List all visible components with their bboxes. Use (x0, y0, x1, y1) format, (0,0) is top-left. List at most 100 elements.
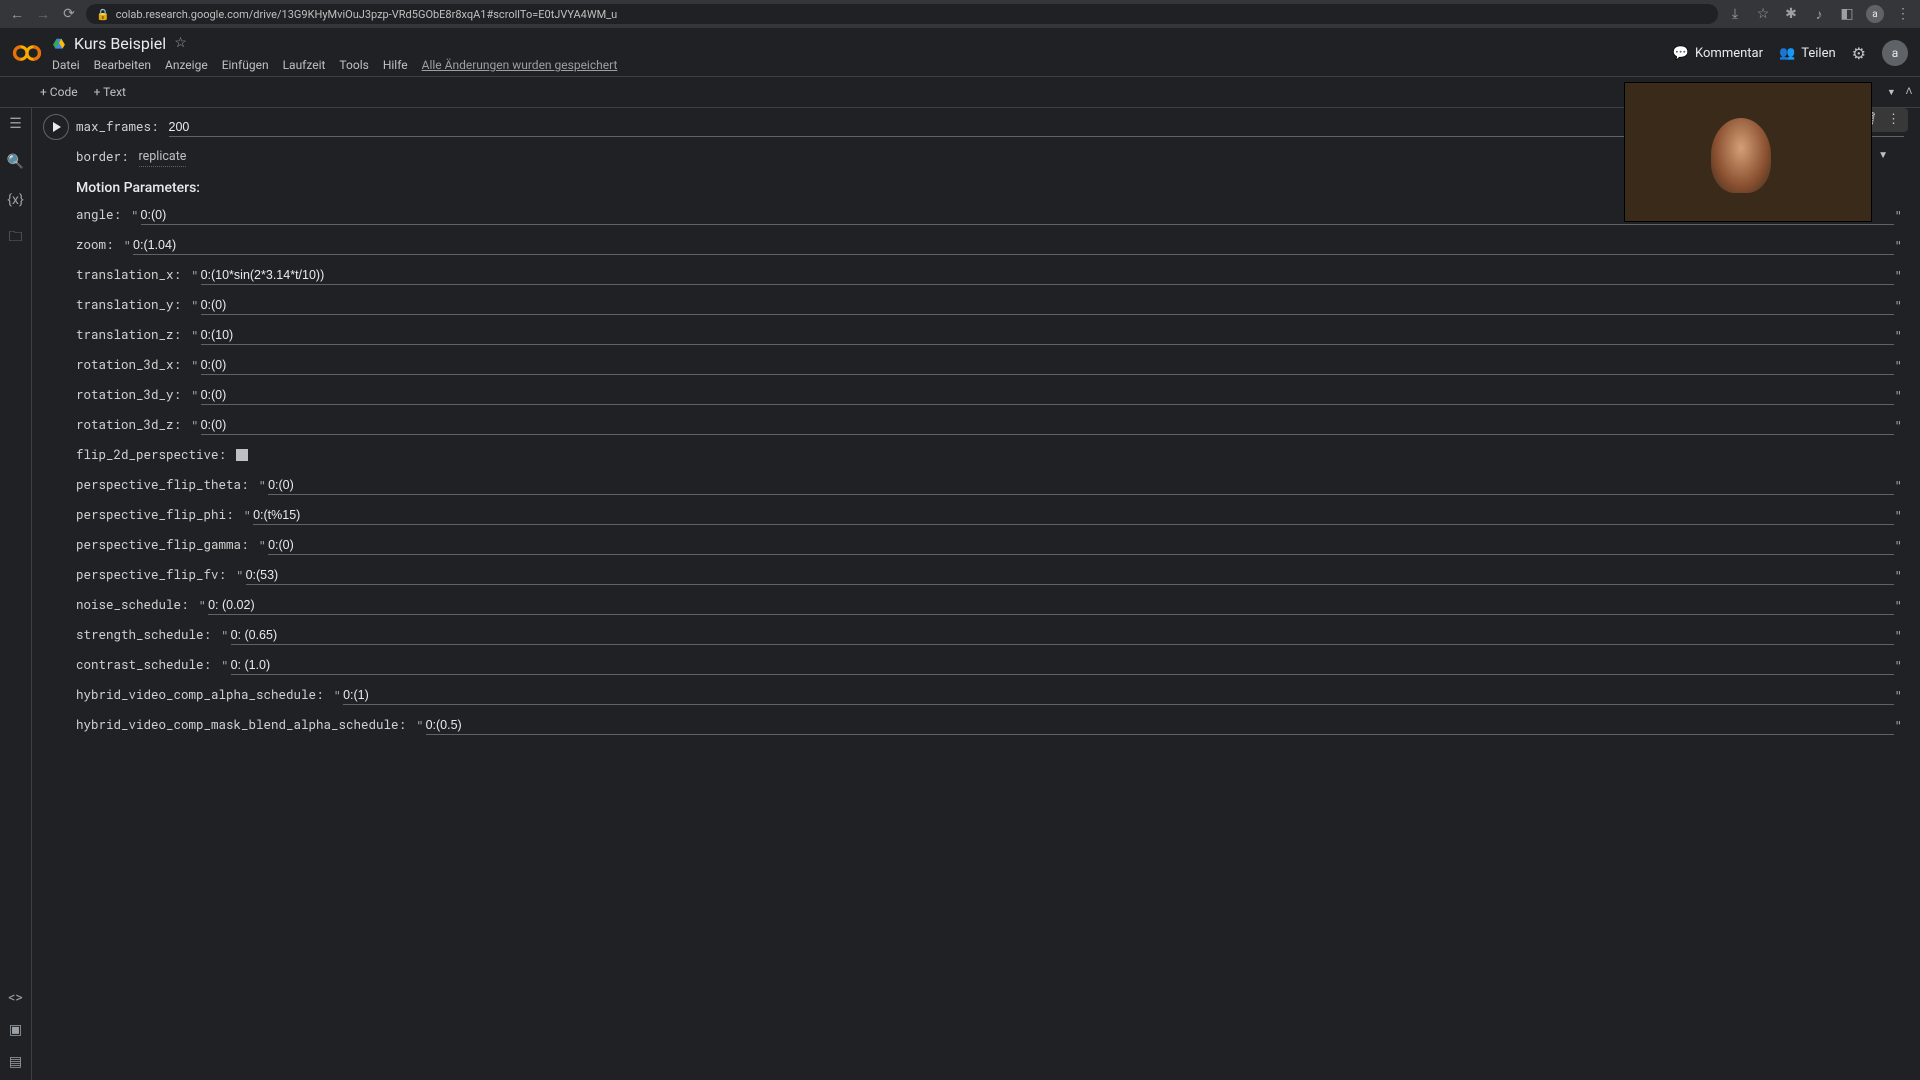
label-border: border: (76, 149, 129, 165)
row-rotation-3d-y: rotation_3d_y: " " (76, 380, 1904, 410)
input-perspective-flip-gamma[interactable] (268, 536, 1894, 555)
profile-avatar[interactable]: a (1866, 5, 1884, 23)
label-zoom: zoom: (76, 237, 114, 253)
label-hybrid-alpha-schedule: hybrid_video_comp_alpha_schedule: (76, 687, 324, 703)
input-rotation-3d-z[interactable] (201, 416, 1895, 435)
lock-icon: 🔒 (96, 8, 110, 21)
more-icon[interactable]: ⋮ (1887, 112, 1900, 128)
input-rotation-3d-x[interactable] (201, 356, 1895, 375)
menu-icon[interactable]: ⋮ (1894, 5, 1912, 23)
label-rotation-3d-y: rotation_3d_y: (76, 387, 181, 403)
label-perspective-flip-fv: perspective_flip_fv: (76, 567, 226, 583)
input-hybrid-alpha-schedule[interactable] (343, 686, 1894, 705)
input-perspective-flip-theta[interactable] (268, 476, 1894, 495)
menu-bearbeiten[interactable]: Bearbeiten (94, 58, 151, 72)
sidepanel-icon[interactable]: ◧ (1838, 5, 1856, 23)
row-hybrid-alpha-schedule: hybrid_video_comp_alpha_schedule: " " (76, 680, 1904, 710)
save-status[interactable]: Alle Änderungen wurden gespeichert (422, 58, 618, 72)
row-rotation-3d-z: rotation_3d_z: " " (76, 410, 1904, 440)
toc-icon[interactable]: ☰ (8, 116, 24, 132)
notebook-content[interactable]: ↑ ↓ ⎘ ✎ ⇔ 🗑 ⋮ max_frames: border: replic… (32, 108, 1920, 1080)
chevron-down-icon[interactable]: ▼ (1878, 150, 1888, 161)
menu-tools[interactable]: Tools (339, 58, 368, 72)
colab-logo-icon[interactable] (12, 38, 42, 68)
collapse-icon[interactable]: ᐱ (1906, 87, 1912, 97)
row-perspective-flip-phi: perspective_flip_phi: " " (76, 500, 1904, 530)
extensions-icon[interactable]: ✱ (1782, 5, 1800, 23)
menu-datei[interactable]: Datei (52, 58, 80, 72)
label-perspective-flip-theta: perspective_flip_theta: (76, 477, 249, 493)
label-translation-x: translation_x: (76, 267, 181, 283)
label-rotation-3d-z: rotation_3d_z: (76, 417, 181, 433)
row-translation-y: translation_y: " " (76, 290, 1904, 320)
webcam-overlay (1624, 82, 1872, 222)
menu-einfuegen[interactable]: Einfügen (222, 58, 269, 72)
row-rotation-3d-x: rotation_3d_x: " " (76, 350, 1904, 380)
comment-icon: 💬 (1673, 46, 1689, 61)
checkbox-flip-2d-perspective[interactable] (236, 449, 248, 461)
colab-header: Kurs Beispiel ☆ Datei Bearbeiten Anzeige… (0, 28, 1920, 76)
install-icon[interactable]: ⤓ (1726, 5, 1744, 23)
label-rotation-3d-x: rotation_3d_x: (76, 357, 181, 373)
search-icon[interactable]: 🔍 (8, 154, 24, 170)
row-contrast-schedule: contrast_schedule: " " (76, 650, 1904, 680)
url-text: colab.research.google.com/drive/13G9KHyM… (116, 8, 618, 21)
star-icon[interactable]: ☆ (174, 35, 187, 51)
label-perspective-flip-phi: perspective_flip_phi: (76, 507, 234, 523)
label-contrast-schedule: contrast_schedule: (76, 657, 211, 673)
input-perspective-flip-phi[interactable] (253, 506, 1894, 525)
input-translation-y[interactable] (201, 296, 1895, 315)
row-zoom: zoom: " " (76, 230, 1904, 260)
select-border[interactable]: replicate (139, 147, 187, 167)
input-contrast-schedule[interactable] (231, 656, 1895, 675)
address-bar[interactable]: 🔒 colab.research.google.com/drive/13G9KH… (86, 4, 1718, 24)
menu-hilfe[interactable]: Hilfe (383, 58, 408, 72)
input-perspective-flip-fv[interactable] (246, 566, 1895, 585)
drive-icon (52, 36, 66, 50)
document-title[interactable]: Kurs Beispiel (74, 34, 166, 53)
label-noise-schedule: noise_schedule: (76, 597, 189, 613)
row-hybrid-mask-blend-alpha-schedule: hybrid_video_comp_mask_blend_alpha_sched… (76, 710, 1904, 740)
input-translation-x[interactable] (201, 266, 1895, 285)
input-zoom[interactable] (133, 236, 1894, 255)
input-strength-schedule[interactable] (231, 626, 1895, 645)
row-perspective-flip-theta: perspective_flip_theta: " " (76, 470, 1904, 500)
label-max-frames: max_frames: (76, 119, 159, 135)
menu-laufzeit[interactable]: Laufzeit (283, 58, 326, 72)
terminal-icon[interactable]: ▣ (8, 1022, 24, 1038)
input-rotation-3d-y[interactable] (201, 386, 1895, 405)
row-strength-schedule: strength_schedule: " " (76, 620, 1904, 650)
variables-icon[interactable]: {x} (8, 192, 24, 208)
reload-button[interactable]: ⟳ (60, 5, 78, 23)
label-perspective-flip-gamma: perspective_flip_gamma: (76, 537, 249, 553)
back-button[interactable]: ← (8, 5, 26, 23)
music-icon[interactable]: ♪ (1810, 5, 1828, 23)
row-noise-schedule: noise_schedule: " " (76, 590, 1904, 620)
files-icon[interactable]: 🗀 (8, 230, 24, 246)
left-rail: ☰ 🔍 {x} 🗀 <> ▣ ▤ (0, 108, 32, 1080)
label-strength-schedule: strength_schedule: (76, 627, 211, 643)
add-code-button[interactable]: + Code (40, 85, 78, 99)
input-noise-schedule[interactable] (208, 596, 1894, 615)
share-button[interactable]: 👥 Teilen (1779, 46, 1836, 61)
label-translation-y: translation_y: (76, 297, 181, 313)
share-icon: 👥 (1779, 46, 1795, 61)
add-text-button[interactable]: + Text (94, 85, 126, 99)
user-avatar[interactable]: a (1882, 40, 1908, 66)
bookmark-icon[interactable]: ☆ (1754, 5, 1772, 23)
label-angle: angle: (76, 207, 121, 223)
input-hybrid-mask-blend-alpha-schedule[interactable] (426, 716, 1895, 735)
code-snippets-icon[interactable]: <> (8, 990, 24, 1006)
forward-button[interactable]: → (34, 5, 52, 23)
row-perspective-flip-gamma: perspective_flip_gamma: " " (76, 530, 1904, 560)
command-icon[interactable]: ▤ (8, 1054, 24, 1070)
label-flip-2d-perspective: flip_2d_perspective: (76, 447, 226, 463)
run-cell-button[interactable] (43, 114, 69, 140)
comment-button[interactable]: 💬 Kommentar (1673, 46, 1763, 61)
menu-anzeige[interactable]: Anzeige (165, 58, 208, 72)
row-flip-2d-perspective: flip_2d_perspective: (76, 440, 1904, 470)
connect-dropdown-icon[interactable]: ▼ (1887, 87, 1896, 98)
gear-icon[interactable]: ⚙ (1852, 44, 1866, 63)
input-translation-z[interactable] (201, 326, 1895, 345)
label-hybrid-mask-blend-alpha-schedule: hybrid_video_comp_mask_blend_alpha_sched… (76, 717, 406, 733)
